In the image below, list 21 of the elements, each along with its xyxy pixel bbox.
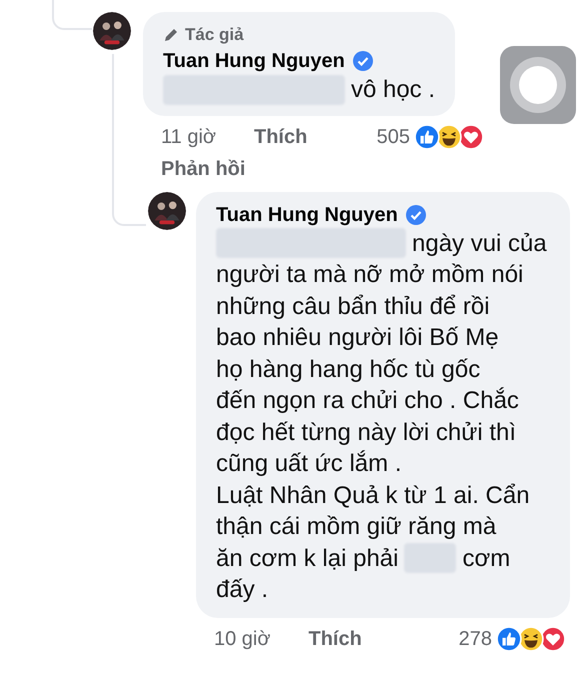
reaction-count: 278 (458, 626, 492, 652)
comment-time: 11 giờ (161, 124, 216, 150)
comment-time: 10 giờ (214, 626, 270, 652)
haha-icon (518, 626, 544, 652)
haha-icon (436, 124, 462, 150)
love-icon (540, 626, 566, 652)
reply-link[interactable]: Phản hồi (143, 152, 246, 184)
author-label: Tác giả (185, 24, 244, 46)
like-icon (414, 124, 440, 150)
love-icon (458, 124, 484, 150)
author-name[interactable]: Tuan Hung Nguyen (163, 48, 345, 74)
reaction-count: 505 (376, 124, 410, 150)
floating-button[interactable] (500, 46, 576, 124)
pencil-icon (163, 26, 179, 43)
author-name[interactable]: Tuan Hung Nguyen (216, 202, 398, 228)
like-icon (496, 626, 522, 652)
thread-line (52, 0, 92, 30)
like-link[interactable]: Thích (254, 122, 308, 152)
like-link[interactable]: Thích (308, 624, 362, 654)
comment-text: vô học . (163, 74, 435, 106)
comment-text: ngày vui của người ta mà nỡ mở mồm nói những câu bẩn thỉu để rồi bao nhiêu người lôi Bố Mẹ họ hàng hang hốc tù gốc đến ngọn ra chửi cho . Chắc đọc hết từng này lời chửi thì cũng uất ức lắm . Luật Nhân Quả k từ 1 ai. Cẩn thận cái mồm giữ răng mà ăn cơm k lại phải cơm đấy . (216, 228, 548, 605)
